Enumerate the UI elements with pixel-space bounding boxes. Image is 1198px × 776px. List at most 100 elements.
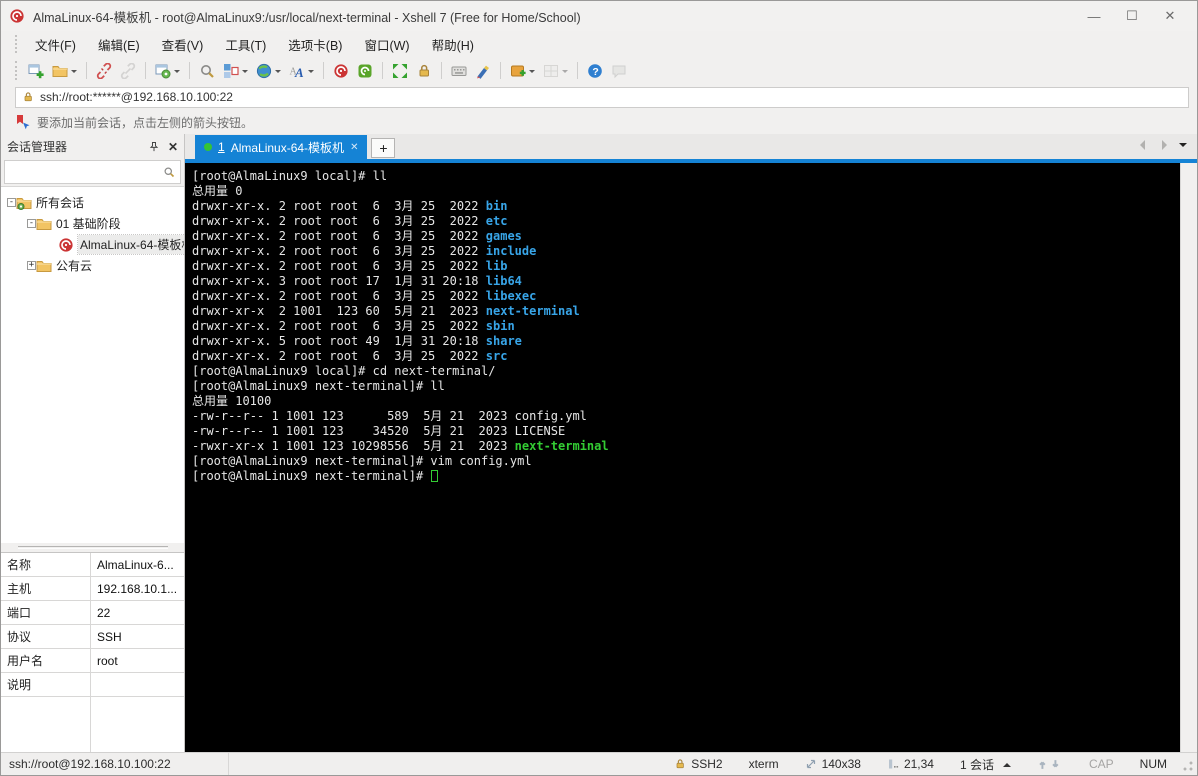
scroll-arrows-icon: [1037, 758, 1063, 770]
tab-layout-icon: [223, 63, 239, 79]
status-1-会话[interactable]: 1 会话: [947, 753, 1024, 775]
help-button[interactable]: ?: [583, 61, 607, 81]
menu-item-4[interactable]: 工具(T): [214, 31, 277, 58]
chevron-down-icon: [529, 70, 535, 76]
find-icon: [199, 63, 215, 79]
close-button[interactable]: ✕: [1151, 3, 1189, 29]
terminal-line: -rw-r--r-- 1 1001 123 589 5月 21 2023 con…: [192, 409, 1180, 424]
resize-grip[interactable]: [1180, 760, 1194, 774]
chevron-down-icon: [242, 70, 248, 76]
web-browser-button[interactable]: [252, 61, 285, 81]
new-tab-button[interactable]: +: [371, 138, 395, 158]
terminal-line: -rwxr-xr-x 1 1001 123 10298556 5月 21 202…: [192, 439, 1180, 454]
tree-item-01 基础阶段[interactable]: -01 基础阶段: [1, 213, 184, 234]
terminal-line: 总用量 0: [192, 184, 1180, 199]
toolbar-separator: [145, 62, 146, 79]
panel-splitter[interactable]: [1, 543, 184, 552]
toolbar-grip: [15, 61, 18, 80]
chevron-down-icon: [275, 70, 281, 76]
tree-item-AlmaLinux-64-模板机[interactable]: AlmaLinux-64-模板机: [1, 234, 184, 255]
folder-icon: [36, 216, 52, 232]
disconnect-button[interactable]: [92, 61, 116, 81]
status-label: xterm: [749, 757, 779, 771]
panel-close-icon[interactable]: ✕: [168, 140, 178, 154]
property-value: 192.168.10.1...: [90, 582, 184, 596]
fullscreen-button[interactable]: [388, 61, 412, 81]
new-file-transfer-button[interactable]: [506, 61, 539, 81]
toolbar-separator: [323, 62, 324, 79]
address-field[interactable]: ssh://root:******@192.168.10.100:22: [15, 87, 1189, 108]
status-21,34: 21,34: [874, 753, 947, 775]
find-button[interactable]: [195, 61, 219, 81]
xshell-session-icon: [58, 237, 74, 253]
menu-item-6[interactable]: 窗口(W): [353, 31, 420, 58]
tree-item-公有云[interactable]: +公有云: [1, 255, 184, 276]
minimize-button[interactable]: —: [1075, 3, 1113, 29]
svg-text:A: A: [294, 65, 304, 79]
terminal-line: [root@AlmaLinux9 next-terminal]# ll: [192, 379, 1180, 394]
menu-item-7[interactable]: 帮助(H): [421, 31, 485, 58]
tab-status-icon: [204, 143, 212, 151]
tab-label: AlmaLinux-64-模板机: [231, 139, 344, 156]
terminal-line: drwxr-xr-x 2 1001 123 60 5月 21 2023 next…: [192, 304, 1180, 319]
menu-bar: 文件(F)编辑(E)查看(V)工具(T)选项卡(B)窗口(W)帮助(H): [1, 31, 1197, 57]
session-search-input[interactable]: [10, 165, 163, 179]
menu-item-3[interactable]: 查看(V): [151, 31, 215, 58]
session-tree: -所有会话-01 基础阶段AlmaLinux-64-模板机+公有云: [1, 186, 184, 543]
open-session-button[interactable]: [48, 61, 81, 81]
tab-almalinux[interactable]: 1 AlmaLinux-64-模板机 ✕: [195, 135, 367, 159]
menu-item-1[interactable]: 文件(F): [24, 31, 87, 58]
title-bar: AlmaLinux-64-模板机 - root@AlmaLinux9:/usr/…: [1, 1, 1197, 31]
feedback-button: [607, 61, 631, 81]
xshell-icon: [333, 63, 349, 79]
property-value: SSH: [90, 630, 184, 644]
session-manager-panel: 会话管理器 ✕ -所有会话-01 基础阶段AlmaLinux-64-模板机+公有…: [1, 134, 185, 752]
disconnect-icon: [96, 63, 112, 79]
status-bar: ssh://root@192.168.10.100:22 SSH2xterm14…: [1, 752, 1197, 775]
session-properties-button[interactable]: [151, 61, 184, 81]
font-button[interactable]: AA: [285, 61, 318, 81]
collapse-icon[interactable]: -: [27, 219, 36, 228]
terminal-line: drwxr-xr-x. 3 root root 17 1月 31 20:18 l…: [192, 274, 1180, 289]
menu-item-5[interactable]: 选项卡(B): [277, 31, 353, 58]
property-value: AlmaLinux-6...: [90, 558, 184, 572]
chevron-down-icon: [174, 70, 180, 76]
session-list-caret-icon: [1003, 759, 1011, 767]
menu-item-2[interactable]: 编辑(E): [87, 31, 151, 58]
toolbar-separator: [382, 62, 383, 79]
pin-icon[interactable]: [148, 141, 160, 153]
tab-close-icon[interactable]: ✕: [350, 142, 358, 153]
fullscreen-icon: [392, 63, 408, 79]
all-sessions-folder-icon: [16, 195, 32, 211]
property-row-主机: 主机192.168.10.1...: [1, 577, 184, 601]
expand-icon[interactable]: +: [27, 261, 36, 270]
new-session-icon: [28, 63, 44, 79]
property-row-协议: 协议SSH: [1, 625, 184, 649]
collapse-icon[interactable]: -: [7, 198, 16, 207]
reconnect-button: [116, 61, 140, 81]
tab-number: 1: [218, 140, 225, 154]
virtual-keyboard-button[interactable]: [447, 61, 471, 81]
terminal-line: [root@AlmaLinux9 local]# cd next-termina…: [192, 364, 1180, 379]
toolbar: AA?: [1, 57, 1197, 84]
lock-screen-button[interactable]: [412, 61, 436, 81]
new-session-button[interactable]: [24, 61, 48, 81]
tree-item-所有会话[interactable]: - 所有会话: [1, 192, 184, 213]
tree-item-label: 所有会话: [36, 194, 84, 211]
terminal-scrollbar[interactable]: [1180, 163, 1197, 752]
xshell-button[interactable]: [329, 61, 353, 81]
session-manager-header: 会话管理器 ✕: [1, 134, 184, 159]
new-file-transfer-icon: [510, 63, 526, 79]
tab-list-caret-icon[interactable]: [1179, 143, 1187, 151]
terminal[interactable]: [root@AlmaLinux9 local]# ll总用量 0drwxr-xr…: [185, 163, 1180, 752]
xftp-button[interactable]: [353, 61, 377, 81]
property-value: root: [90, 654, 184, 668]
session-search-box[interactable]: [4, 160, 181, 184]
chevron-down-icon: [562, 70, 568, 76]
terminal-line: drwxr-xr-x. 5 root root 49 1月 31 20:18 s…: [192, 334, 1180, 349]
property-row-名称: 名称AlmaLinux-6...: [1, 553, 184, 577]
feedback-icon: [611, 63, 627, 79]
highlight-pen-button[interactable]: [471, 61, 495, 81]
tab-layout-button[interactable]: [219, 61, 252, 81]
maximize-button[interactable]: ☐: [1113, 3, 1151, 29]
